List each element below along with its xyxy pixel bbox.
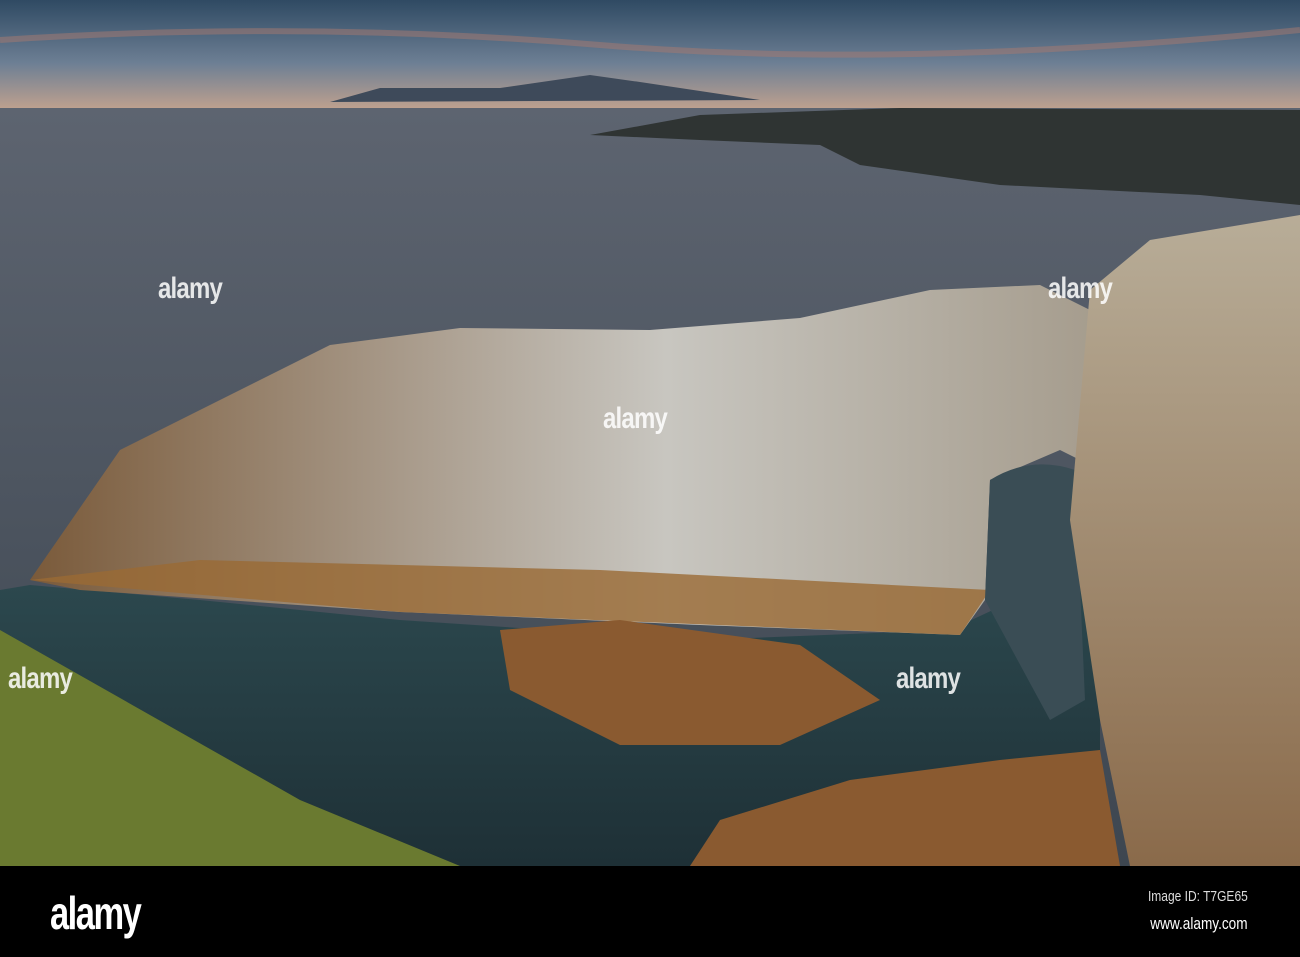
watermark: alamy [1048, 272, 1113, 305]
image-id: Image ID: T7GE65 [1148, 888, 1248, 905]
watermark: alamy [158, 272, 223, 305]
stock-photo: alamy alamy alamy alamy alamy alamy Imag… [0, 0, 1300, 957]
site-url: www.alamy.com [1150, 914, 1248, 933]
watermark: alamy [896, 662, 961, 695]
watermark: alamy [8, 662, 73, 695]
watermark: alamy [603, 402, 668, 435]
alamy-logo: alamy [50, 887, 142, 939]
footer-bar: alamy Image ID: T7GE65 www.alamy.com [0, 866, 1300, 957]
